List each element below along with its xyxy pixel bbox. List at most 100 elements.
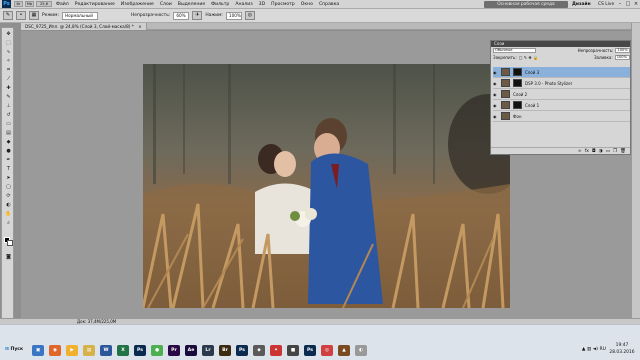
taskbar-photoshop-icon[interactable]: Ps [134,345,146,356]
minimize-button[interactable]: – [616,0,624,8]
opacity-input[interactable]: 60% [173,11,190,20]
eye-icon[interactable]: ◉ [493,70,498,75]
document-photo[interactable] [143,64,510,308]
eye-icon[interactable]: ◉ [493,81,498,86]
add-mask-icon[interactable]: ◘ [592,148,596,154]
taskbar-aftereffects-icon[interactable]: Ae [185,345,197,356]
layer-opacity-input[interactable]: 100% [615,48,630,53]
taskbar-lightroom-icon[interactable]: Lr [202,345,214,356]
taskbar-chrome-icon[interactable]: ● [151,345,163,356]
taskbar-photoshop3-icon[interactable]: Ps [304,345,316,356]
history-brush-tool-icon[interactable]: ↺ [4,112,13,119]
adjustment-layer-icon[interactable]: ◑ [599,148,603,154]
workspace-design[interactable]: Дизайн [572,1,591,8]
close-window-button[interactable]: × [632,0,640,8]
taskbar-app3-icon[interactable]: ■ [287,345,299,356]
bridge-button[interactable]: Br [14,1,23,7]
layer-mask-thumbnail[interactable] [513,101,522,109]
lasso-tool-icon[interactable]: ∿ [4,49,13,56]
delete-layer-icon[interactable]: 🗑 [620,148,626,154]
maximize-button[interactable]: □ [624,0,632,8]
layer-row[interactable]: ◉ DSP 3.0 - Photo Stylizer [493,78,630,89]
menu-file[interactable]: Файл [53,2,72,7]
layer-mask-thumbnail[interactable] [513,79,522,87]
fill-input[interactable]: 100% [614,55,630,60]
start-button[interactable]: ⊞ Пуск [2,343,26,357]
menu-view[interactable]: Просмотр [268,2,298,7]
pressure-icon[interactable]: ◎ [244,11,255,20]
path-select-tool-icon[interactable]: ➤ [4,175,13,182]
gradient-tool-icon[interactable]: ▤ [4,130,13,137]
type-tool-icon[interactable]: T [4,166,13,173]
link-layers-icon[interactable]: ∞ [578,148,582,154]
3d-rotate-tool-icon[interactable]: ⟳ [4,193,13,200]
cs-live-button[interactable]: CS Live [598,1,614,8]
menu-3d[interactable]: 3D [256,2,268,7]
taskbar-photoshop2-icon[interactable]: Ps [236,345,248,356]
new-layer-icon[interactable]: ❐ [613,148,617,154]
network-icon[interactable]: ▥ [587,347,591,352]
zoom-tool-icon[interactable]: ⌕ [4,220,13,227]
taskbar-app5-icon[interactable]: ▲ [338,345,350,356]
3d-camera-tool-icon[interactable]: ◐ [4,202,13,209]
taskbar-app4-icon[interactable]: ◎ [321,345,333,356]
lock-icon[interactable]: ▢ ✎ ✥ 🔒 [519,55,538,60]
system-tray[interactable]: ▲ ▥ ◄) RU [562,344,606,356]
eraser-tool-icon[interactable]: ▭ [4,121,13,128]
magic-wand-tool-icon[interactable]: ✧ [4,58,13,65]
menu-image[interactable]: Изображение [118,2,157,7]
menu-filter[interactable]: Фильтр [208,2,232,7]
background-color-swatch[interactable] [7,240,13,246]
taskbar-explorer-icon[interactable]: ▣ [32,345,44,356]
volume-icon[interactable]: ◄) [593,347,598,352]
hand-tool-icon[interactable]: ✋ [4,211,13,218]
taskbar-word-icon[interactable]: W [100,345,112,356]
close-tab-icon[interactable]: × [138,24,142,29]
taskbar-premiere-icon[interactable]: Pr [168,345,180,356]
flow-input[interactable]: 100% [225,11,242,20]
layer-row[interactable]: ◉ Слой 1 [493,100,630,111]
brush-tool-icon[interactable]: ✎ [4,94,13,101]
clock[interactable]: 19:47 28.03.2016 [606,342,638,358]
eye-icon[interactable]: ◉ [493,103,498,108]
fx-icon[interactable]: fx [585,148,589,154]
taskbar-app-icon[interactable]: ◆ [253,345,265,356]
taskbar-bridge-icon[interactable]: Br [219,345,231,356]
menu-analysis[interactable]: Анализ [232,2,255,7]
eye-icon[interactable]: ◉ [493,92,498,97]
taskbar-folder-icon[interactable]: ▤ [83,345,95,356]
tray-arrow-icon[interactable]: ▲ [582,347,586,352]
pen-tool-icon[interactable]: ✒ [4,157,13,164]
shape-tool-icon[interactable]: ▢ [4,184,13,191]
quick-mask-icon[interactable]: ◙ [4,254,13,261]
crop-tool-icon[interactable]: ⌗ [4,67,13,74]
layer-mask-thumbnail[interactable] [513,68,522,76]
marquee-tool-icon[interactable]: ⬚ [4,40,13,47]
healing-tool-icon[interactable]: ✚ [4,85,13,92]
minibridge-button[interactable]: Mb [25,1,34,7]
brush-size-icon[interactable]: • [16,11,26,20]
blur-tool-icon[interactable]: ◆ [4,139,13,146]
taskbar-excel-icon[interactable]: X [117,345,129,356]
eye-icon[interactable]: ◉ [493,114,498,119]
new-group-icon[interactable]: ▭ [606,148,610,154]
layer-row[interactable]: ◉ Слой 3 [493,67,630,78]
menu-edit[interactable]: Редактирование [72,2,118,7]
layer-row[interactable]: ◉ Фон [493,111,630,122]
zoom-level[interactable]: 25,6 [36,1,52,7]
menu-window[interactable]: Окно [298,2,316,7]
document-tab[interactable]: DSC_9725_Ипл. @ 24,8% (Слой 3, Слой-маск… [21,23,147,30]
right-panel-dock[interactable] [631,23,640,318]
move-tool-icon[interactable]: ✥ [4,31,13,38]
menu-layers[interactable]: Слои [157,2,175,7]
taskbar-app6-icon[interactable]: ◐ [355,345,367,356]
eyedropper-tool-icon[interactable]: ⁄ [4,76,13,83]
airbrush-icon[interactable]: ✈ [192,11,203,20]
brush-panel-icon[interactable]: ▦ [29,11,39,20]
taskbar-firefox-icon[interactable]: ◉ [49,345,61,356]
taskbar-media-icon[interactable]: ▶ [66,345,78,356]
stamp-tool-icon[interactable]: ⊥ [4,103,13,110]
menu-select[interactable]: Выделение [175,2,208,7]
dodge-tool-icon[interactable]: ● [4,148,13,155]
blend-mode-select[interactable]: Обычные [493,48,536,53]
